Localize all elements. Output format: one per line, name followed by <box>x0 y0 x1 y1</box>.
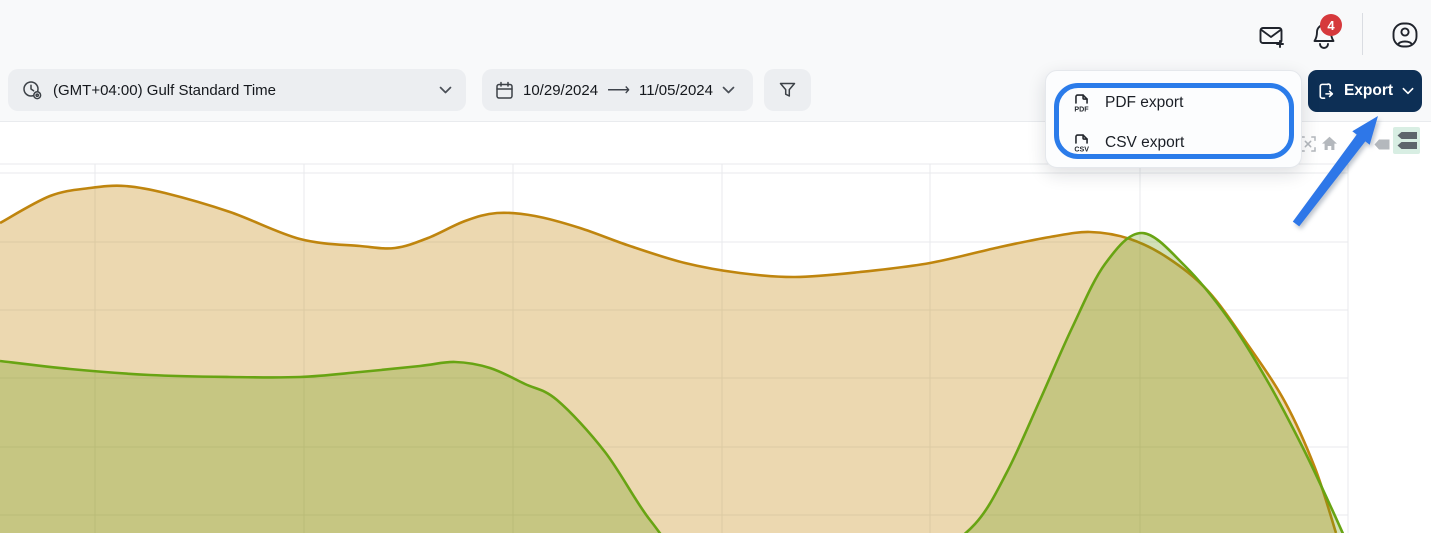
date-start: 10/29/2024 <box>523 82 598 99</box>
chevron-down-icon <box>1402 87 1414 95</box>
timezone-value: (GMT+04:00) Gulf Standard Time <box>53 82 276 99</box>
export-button[interactable]: Export <box>1308 70 1422 112</box>
modebar-hover-compare-button[interactable] <box>1393 127 1420 154</box>
pdf-icon-label: PDF <box>1074 106 1089 114</box>
area-chart <box>0 123 1431 533</box>
csv-file-icon: CSV <box>1072 132 1091 154</box>
filter-button[interactable] <box>764 69 811 111</box>
date-end: 11/05/2024 <box>639 82 713 99</box>
menu-item-label: PDF export <box>1105 94 1183 112</box>
notification-count-badge: 4 <box>1320 14 1342 36</box>
clock-settings-icon <box>22 80 42 100</box>
date-range-arrow: ⟶ <box>607 80 630 100</box>
profile-button[interactable] <box>1389 19 1421 51</box>
modebar-reset-axes-button[interactable] <box>1320 134 1338 152</box>
notification-count: 4 <box>1327 18 1334 33</box>
menu-item-csv-export[interactable]: CSV CSV export <box>1046 126 1301 160</box>
export-label: Export <box>1344 82 1393 100</box>
hover-compare-tags-icon <box>1395 131 1418 150</box>
chevron-down-icon <box>722 86 735 94</box>
menu-item-label: CSV export <box>1105 134 1184 152</box>
mail-plus-icon <box>1257 21 1287 51</box>
home-icon <box>1321 135 1338 152</box>
chevron-down-icon <box>439 86 452 94</box>
calendar-icon <box>495 81 514 100</box>
header-divider <box>1362 13 1363 55</box>
export-dropdown-menu: PDF PDF export CSV CSV export <box>1045 70 1302 168</box>
modebar-hover-closest-button[interactable] <box>1374 139 1390 150</box>
date-range-picker[interactable]: 10/29/2024 ⟶ 11/05/2024 <box>482 69 753 111</box>
user-avatar-icon <box>1390 20 1420 50</box>
menu-item-pdf-export[interactable]: PDF PDF export <box>1046 86 1301 120</box>
file-export-icon <box>1316 82 1335 101</box>
pdf-file-icon: PDF <box>1072 92 1091 114</box>
timezone-select[interactable]: (GMT+04:00) Gulf Standard Time <box>8 69 466 111</box>
dashboard-screen: { "colors": { "accent_blue": "#2b7cea", … <box>0 0 1431 533</box>
hover-closest-tag-icon <box>1374 139 1390 150</box>
funnel-icon <box>779 82 796 98</box>
csv-icon-label: CSV <box>1074 146 1089 154</box>
mail-invite-button[interactable] <box>1256 20 1288 52</box>
